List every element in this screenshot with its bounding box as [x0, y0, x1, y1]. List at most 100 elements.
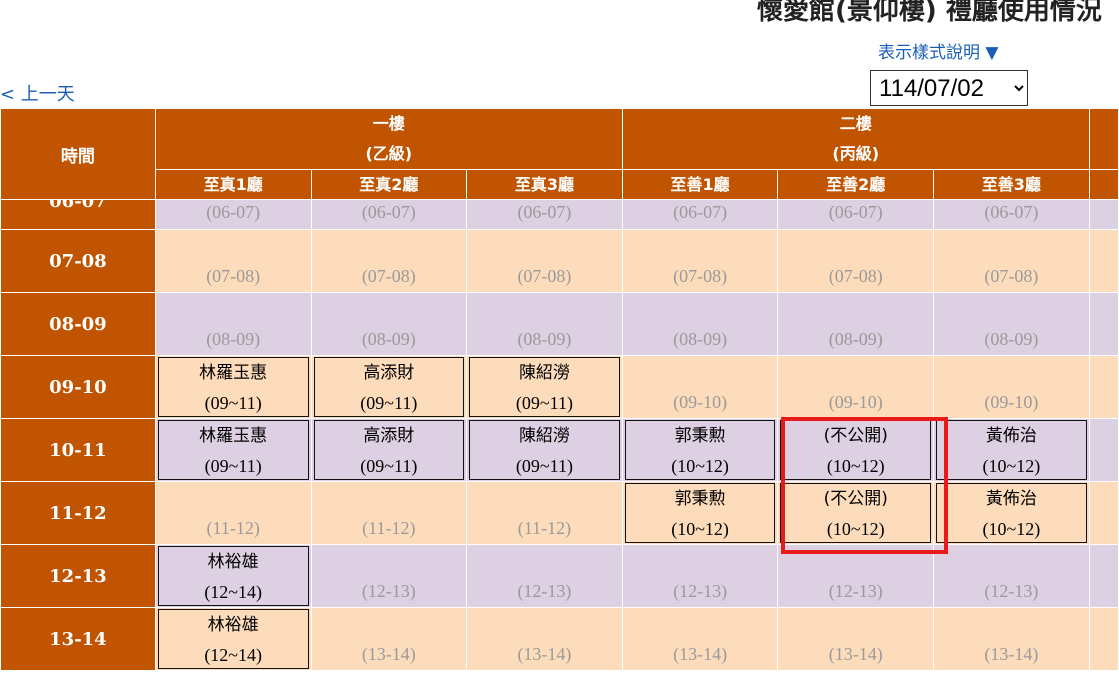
- booked-slot-cell[interactable]: (不公開) (10~12): [777, 418, 935, 482]
- booked-slot-cell[interactable]: 陳紹澇 (09~11): [466, 355, 623, 419]
- overflow-column-cell: [1088, 292, 1119, 356]
- available-slot-cell[interactable]: (07-08): [466, 229, 623, 293]
- booking-name: 陳紹澇: [518, 363, 570, 383]
- floor-grade: (乙級): [365, 144, 413, 163]
- booked-slot-cell[interactable]: 高添財 (09~11): [310, 418, 468, 482]
- booking-box: 郭秉勲 (10~12): [624, 420, 776, 480]
- available-slot-cell[interactable]: (08-09): [154, 292, 312, 356]
- date-select[interactable]: 114/07/02: [870, 70, 1028, 106]
- available-slot-cell[interactable]: (11-12): [466, 481, 623, 545]
- booked-slot-cell[interactable]: 黃佈治 (10~12): [933, 481, 1090, 545]
- available-slot-cell[interactable]: (11-12): [310, 481, 468, 545]
- booking-box: 高添財 (09~11): [313, 357, 465, 417]
- booking-time-range: (10~12): [982, 519, 1041, 539]
- overflow-column-cell: [1088, 607, 1119, 671]
- available-slot-cell[interactable]: (13-14): [777, 607, 935, 671]
- available-slot-cell[interactable]: (08-09): [777, 292, 935, 356]
- booking-name: 林羅玉惠: [199, 426, 268, 446]
- booking-time-range: (12~14): [204, 582, 263, 602]
- available-slot-cell[interactable]: (08-09): [621, 292, 779, 356]
- available-slot-cell[interactable]: (07-08): [933, 229, 1090, 293]
- available-slot-cell[interactable]: (12-13): [310, 544, 468, 608]
- booking-name: 林裕雄: [207, 552, 259, 572]
- booking-time-range: (09~11): [515, 393, 573, 413]
- available-slot-cell[interactable]: (13-14): [310, 607, 468, 671]
- room-header-overflow: [1088, 169, 1119, 200]
- booking-box: 郭秉勲 (10~12): [624, 483, 776, 543]
- available-slot-cell[interactable]: (09-10): [621, 355, 779, 419]
- time-row: 09-10 林羅玉惠 (09~11) 高添財 (09~11) 陳紹澇 (09~11) (09-…: [0, 355, 1119, 419]
- booking-name: 林羅玉惠: [199, 363, 268, 383]
- booked-slot-cell[interactable]: 陳紹澇 (09~11): [466, 418, 623, 482]
- available-slot-cell[interactable]: (09-10): [777, 355, 935, 419]
- booking-time-range: (12~14): [204, 645, 263, 665]
- legend-toggle-link[interactable]: 表示樣式說明 ▼: [878, 38, 998, 63]
- overflow-column-cell: [1088, 544, 1119, 608]
- available-slot-cell[interactable]: (06-07): [777, 199, 935, 230]
- available-slot-cell[interactable]: (08-09): [310, 292, 468, 356]
- booking-box: 林羅玉惠 (09~11): [157, 357, 309, 417]
- available-slot-cell[interactable]: (07-08): [310, 229, 468, 293]
- booking-time-range: (09~11): [204, 456, 262, 476]
- available-slot-cell[interactable]: (06-07): [310, 199, 468, 230]
- room-header: 至善1廳: [621, 169, 779, 200]
- overflow-column-cell: [1088, 199, 1119, 230]
- booking-time-range: (09~11): [515, 456, 573, 476]
- booked-slot-cell[interactable]: 林裕雄 (12~14): [154, 544, 312, 608]
- booking-time-range: (10~12): [982, 456, 1041, 476]
- available-slot-cell[interactable]: (07-08): [777, 229, 935, 293]
- booking-name: 黃佈治: [985, 489, 1037, 509]
- booking-name: 黃佈治: [985, 426, 1037, 446]
- overflow-column-cell: [1088, 481, 1119, 545]
- available-slot-cell[interactable]: (13-14): [621, 607, 779, 671]
- available-slot-cell[interactable]: (07-08): [621, 229, 779, 293]
- available-slot-cell[interactable]: (06-07): [933, 199, 1090, 230]
- room-header: 至真2廳: [310, 169, 468, 200]
- time-row: 10-11 林羅玉惠 (09~11) 高添財 (09~11) 陳紹澇 (09~11) 郭秉勲 (…: [0, 418, 1119, 482]
- available-slot-cell[interactable]: (08-09): [466, 292, 623, 356]
- time-row: 08-09 (08-09) (08-09) (08-09) (08-09) (08-09)…: [0, 292, 1119, 356]
- available-slot-cell[interactable]: (12-13): [466, 544, 623, 608]
- booked-slot-cell[interactable]: 林羅玉惠 (09~11): [154, 355, 312, 419]
- booking-time-range: (10~12): [826, 519, 885, 539]
- overflow-column-cell: [1088, 229, 1119, 293]
- time-slot-label: 12-13: [0, 544, 156, 608]
- schedule-table: 時間 一樓 (乙級) 二樓 (丙級) 至真1廳 至真2廳 至真3廳 至善1廳 至…: [0, 108, 1119, 671]
- floor-name: 一樓: [372, 114, 405, 133]
- room-header: 至真1廳: [154, 169, 312, 200]
- available-slot-cell[interactable]: (11-12): [154, 481, 312, 545]
- available-slot-cell[interactable]: (06-07): [466, 199, 623, 230]
- booking-name: 高添財: [363, 426, 415, 446]
- available-slot-cell[interactable]: (06-07): [154, 199, 312, 230]
- time-slot-label: 07-08: [0, 229, 156, 293]
- available-slot-cell[interactable]: (06-07): [621, 199, 779, 230]
- booking-time-range: (10~12): [826, 456, 885, 476]
- booking-box: 林裕雄 (12~14): [157, 546, 309, 606]
- available-slot-cell[interactable]: (12-13): [621, 544, 779, 608]
- floor-header-overflow: [1088, 108, 1119, 170]
- available-slot-cell[interactable]: (13-14): [466, 607, 623, 671]
- booked-slot-cell[interactable]: 郭秉勲 (10~12): [621, 418, 779, 482]
- booked-slot-cell[interactable]: 林羅玉惠 (09~11): [154, 418, 312, 482]
- available-slot-cell[interactable]: (09-10): [933, 355, 1090, 419]
- floor-name: 二樓: [839, 114, 872, 133]
- available-slot-cell[interactable]: (12-13): [777, 544, 935, 608]
- available-slot-cell[interactable]: (13-14): [933, 607, 1090, 671]
- booked-slot-cell[interactable]: (不公開) (10~12): [777, 481, 935, 545]
- booking-name: 陳紹澇: [518, 426, 570, 446]
- available-slot-cell[interactable]: (08-09): [933, 292, 1090, 356]
- floor-header-1: 一樓 (乙級): [154, 108, 623, 170]
- booked-slot-cell[interactable]: 林裕雄 (12~14): [154, 607, 312, 671]
- booked-slot-cell[interactable]: 黃佈治 (10~12): [933, 418, 1090, 482]
- previous-day-link[interactable]: < 上一天: [0, 80, 75, 106]
- time-slot-label: 09-10: [0, 355, 156, 419]
- booking-box: 高添財 (09~11): [313, 420, 465, 480]
- time-row: 07-08 (07-08) (07-08) (07-08) (07-08) (07-08)…: [0, 229, 1119, 293]
- floor-header-2: 二樓 (丙級): [621, 108, 1090, 170]
- booking-time-range: (10~12): [671, 519, 729, 539]
- booking-name: 郭秉勲: [674, 489, 726, 509]
- booked-slot-cell[interactable]: 郭秉勲 (10~12): [621, 481, 779, 545]
- available-slot-cell[interactable]: (12-13): [933, 544, 1090, 608]
- available-slot-cell[interactable]: (07-08): [154, 229, 312, 293]
- booked-slot-cell[interactable]: 高添財 (09~11): [310, 355, 468, 419]
